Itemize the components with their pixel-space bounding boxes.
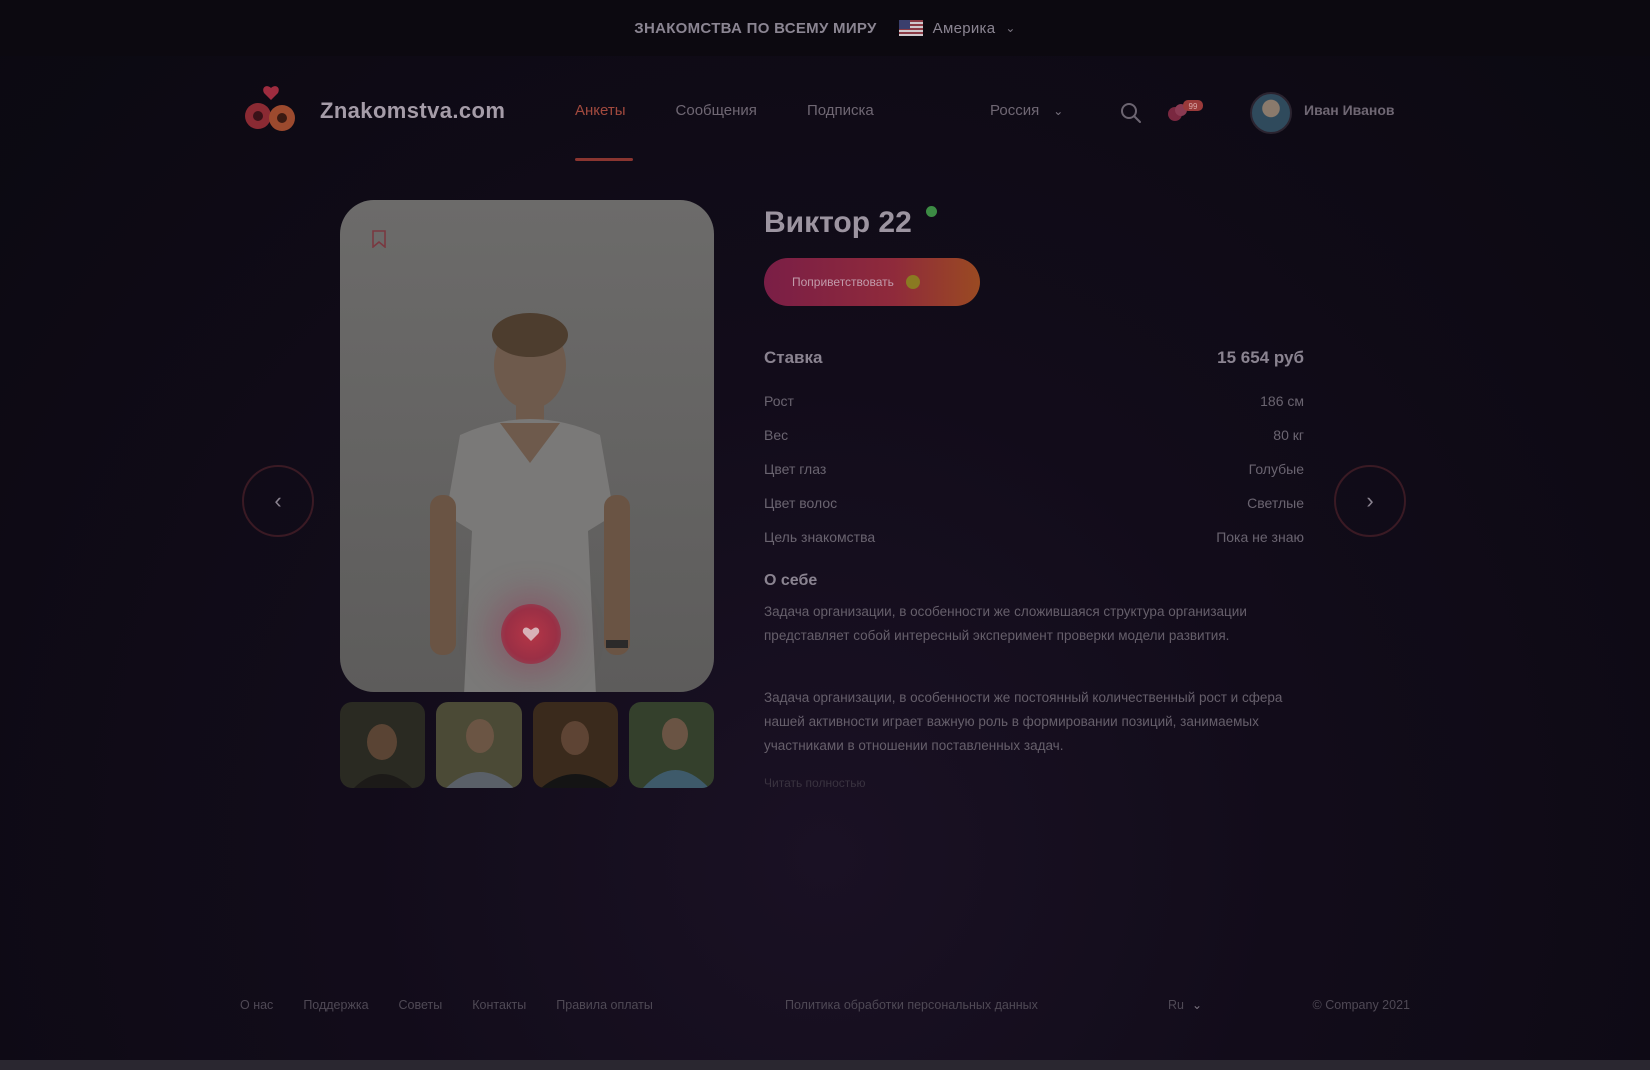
wave-icon [905, 275, 920, 289]
bookmark-icon[interactable] [372, 230, 386, 248]
active-underline [575, 158, 633, 161]
next-profile-button[interactable]: › [1334, 465, 1406, 537]
language-select[interactable]: Ru ⌄ [1168, 998, 1202, 1012]
logo-icon[interactable] [240, 84, 302, 138]
nav-item-subscription[interactable]: Подписка [807, 102, 874, 119]
footer-link-payment-rules[interactable]: Правила оплаты [556, 998, 653, 1012]
profile-name-text: Виктор 22 [764, 206, 912, 239]
main-nav: Анкеты Сообщения Подписка [575, 102, 874, 161]
nav-item-profiles[interactable]: Анкеты [575, 102, 633, 161]
stat-weight: Вес 80 кг [764, 418, 1304, 452]
slogan: ЗНАКОМСТВА ПО ВСЕМУ МИРУ [634, 19, 877, 37]
footer-link-about[interactable]: О нас [240, 998, 273, 1012]
search-icon[interactable] [1120, 102, 1142, 124]
brand-name[interactable]: Znakomstva.com [320, 98, 505, 124]
region-label: Россия [990, 102, 1040, 119]
nav-label: Подписка [806, 102, 874, 119]
stat-eye-color: Цвет глаз Голубые [764, 452, 1304, 486]
stat-value: 186 см [1260, 393, 1304, 409]
read-more-link[interactable]: Читать полностью [764, 776, 866, 790]
avatar[interactable] [1250, 92, 1292, 134]
chevron-down-icon: ⌄ [1005, 21, 1016, 35]
page-root: ЗНАКОМСТВА ПО ВСЕМУ МИРУ Америка ⌄ Znako… [0, 0, 1650, 1070]
us-flag-icon [898, 20, 923, 36]
chat-icon[interactable]: 99 [1165, 98, 1205, 124]
stat-value: Пока не знаю [1216, 529, 1304, 545]
user-name[interactable]: Иван Иванов [1304, 102, 1395, 118]
chevron-down-icon: ⌄ [1191, 998, 1203, 1012]
stat-value: Голубые [1248, 461, 1304, 477]
chevron-left-icon: ‹ [274, 488, 282, 513]
about-title: О себе [764, 572, 818, 589]
chevron-down-icon: ⌄ [1053, 103, 1064, 118]
chevron-right-icon: › [1366, 488, 1374, 513]
thumbnail[interactable] [532, 702, 618, 788]
footer-link-privacy-policy[interactable]: Политика обработки персональных данных [785, 998, 1038, 1012]
stat-value: Светлые [1247, 495, 1304, 511]
top-strip: ЗНАКОМСТВА ПО ВСЕМУ МИРУ Америка ⌄ [0, 0, 1650, 56]
notification-badge: 99 [1189, 102, 1198, 111]
thumbnail[interactable] [436, 702, 522, 788]
about-paragraph: Задача организации, в особенности же сло… [764, 604, 1247, 643]
profile-stats: Ставка 15 654 руб Рост 186 см Вес 80 кг … [764, 340, 1304, 554]
header: Znakomstva.com Анкеты Сообщения Подписка… [240, 80, 1410, 161]
profile-photo[interactable] [340, 200, 714, 692]
stat-value: 15 654 руб [1217, 348, 1304, 367]
country-select[interactable]: Америка ⌄ [898, 19, 1016, 37]
about-paragraph: Задача организации, в особенности же пос… [764, 690, 1283, 753]
photo-thumbnails [340, 702, 714, 788]
language-label: Ru [1168, 998, 1184, 1012]
footer-link-tips[interactable]: Советы [399, 998, 443, 1012]
stat-height: Рост 186 см [764, 384, 1304, 418]
greet-button[interactable]: Поприветствовать [764, 258, 980, 306]
heart-icon [522, 627, 540, 641]
footer-link-support[interactable]: Поддержка [303, 998, 368, 1012]
bottom-edge [0, 1060, 1650, 1070]
thumbnail[interactable] [340, 702, 426, 788]
copyright: © Company 2021 [1312, 998, 1410, 1012]
footer-links: О нас Поддержка Советы Контакты Правила … [240, 998, 653, 1012]
previous-profile-button[interactable]: ‹ [242, 465, 314, 537]
profile-name: Виктор 22 [764, 206, 937, 240]
stat-label: Вес [764, 427, 789, 443]
stat-hair-color: Цвет волос Светлые [764, 486, 1304, 520]
stat-label: Цель знакомства [764, 529, 876, 545]
stat-dating-goal: Цель знакомства Пока не знаю [764, 520, 1304, 554]
nav-item-messages[interactable]: Сообщения [676, 102, 757, 119]
stat-label: Ставка [764, 348, 823, 367]
nav-label: Сообщения [675, 102, 757, 119]
stat-label: Рост [764, 393, 794, 409]
stat-label: Цвет волос [764, 495, 838, 511]
like-button[interactable] [501, 604, 561, 664]
stat-value: 80 кг [1273, 427, 1304, 443]
thumbnail[interactable] [628, 702, 714, 788]
footer-link-contacts[interactable]: Контакты [472, 998, 526, 1012]
region-select[interactable]: Россия ⌄ [990, 102, 1063, 119]
stat-rate: Ставка 15 654 руб [764, 340, 1304, 376]
nav-label: Анкеты [575, 102, 626, 119]
stat-label: Цвет глаз [764, 461, 827, 477]
greet-button-label: Поприветствовать [792, 275, 894, 289]
online-status-indicator [925, 206, 937, 217]
country-label: Америка [932, 19, 996, 37]
